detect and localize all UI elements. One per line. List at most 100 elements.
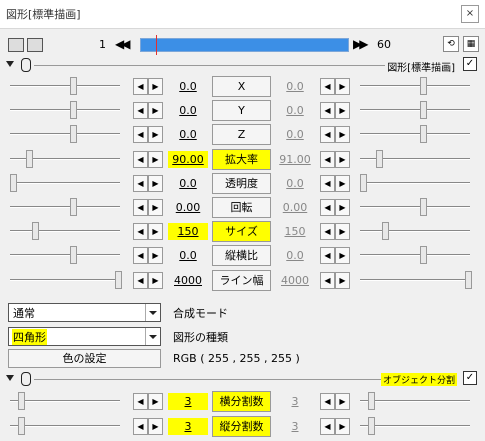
right-arrow-icon[interactable]: ▶	[335, 199, 350, 216]
close-icon[interactable]: ×	[461, 5, 479, 23]
slider-thumb[interactable]	[115, 270, 122, 289]
param-value-start[interactable]: 0.0	[168, 102, 208, 119]
right-arrow-icon[interactable]: ▶	[148, 223, 163, 241]
param-value-end[interactable]: 0.00	[275, 199, 315, 216]
timeline-marker[interactable]	[156, 35, 157, 55]
left-arrow-icon[interactable]: ◀	[320, 271, 335, 289]
split-slider-left[interactable]	[10, 392, 120, 410]
slider-thumb[interactable]	[420, 246, 427, 265]
split-button[interactable]: 縦分割数	[212, 416, 271, 437]
collapse-icon[interactable]	[6, 375, 14, 381]
param-slider-right[interactable]	[360, 270, 472, 289]
left-arrow-icon[interactable]: ◀	[133, 271, 148, 289]
param-slider-left[interactable]	[10, 125, 120, 144]
right-arrow-icon[interactable]: ▶	[148, 78, 163, 95]
param-button[interactable]: Y	[212, 100, 271, 122]
param-value-start[interactable]: 0.0	[168, 126, 208, 143]
right-arrow-icon[interactable]: ▶	[335, 418, 350, 435]
left-arrow-icon[interactable]: ◀	[133, 393, 148, 410]
left-arrow-icon[interactable]: ◀	[133, 174, 148, 192]
param-value-start[interactable]: 90.00	[168, 150, 208, 168]
right-arrow-icon[interactable]: ▶	[148, 199, 163, 216]
slider-thumb[interactable]	[70, 101, 77, 120]
slider-thumb[interactable]	[420, 77, 427, 95]
param-slider-left[interactable]	[10, 149, 120, 168]
right-arrow-icon[interactable]: ▶	[148, 150, 163, 168]
param-slider-right[interactable]	[360, 101, 470, 120]
slider-thumb[interactable]	[376, 149, 383, 168]
right-arrow-icon[interactable]: ▶	[335, 223, 350, 241]
param-value-end[interactable]: 0.0	[275, 78, 315, 95]
settings-icon[interactable]	[27, 38, 43, 52]
left-arrow-icon[interactable]: ◀	[133, 126, 148, 144]
shape-type-select[interactable]: 四角形	[8, 327, 161, 346]
split-value-start[interactable]: 3	[168, 418, 208, 435]
param-slider-left[interactable]	[10, 101, 120, 120]
param-button[interactable]: Z	[212, 124, 271, 146]
left-arrow-icon[interactable]: ◀	[320, 150, 335, 168]
slider-thumb[interactable]	[18, 417, 25, 435]
param-slider-left[interactable]	[10, 246, 120, 265]
param-value-end[interactable]: 4000	[275, 272, 315, 289]
left-arrow-icon[interactable]: ◀	[133, 199, 148, 216]
right-arrow-icon[interactable]: ▶	[335, 393, 350, 410]
section-checkbox[interactable]: ✓	[463, 57, 477, 71]
color-settings-button[interactable]: 色の設定	[8, 349, 161, 368]
param-button[interactable]: X	[212, 76, 271, 97]
param-button[interactable]: ライン幅	[212, 269, 271, 291]
param-value-start[interactable]: 0.0	[168, 175, 208, 192]
right-arrow-icon[interactable]: ▶	[148, 418, 163, 435]
right-arrow-icon[interactable]: ▶	[335, 247, 350, 265]
dropdown-icon[interactable]	[145, 304, 160, 321]
camera-icon[interactable]	[8, 38, 24, 52]
right-arrow-icon[interactable]: ▶	[335, 78, 350, 95]
right-arrow-icon[interactable]: ▶	[335, 150, 350, 168]
collapse-icon[interactable]	[6, 61, 14, 67]
right-arrow-icon[interactable]: ▶	[148, 174, 163, 192]
left-arrow-icon[interactable]: ◀	[320, 418, 335, 435]
param-value-start[interactable]: 0.0	[168, 247, 208, 264]
left-arrow-icon[interactable]: ◀	[133, 78, 148, 95]
split-slider-right[interactable]	[360, 392, 470, 410]
param-value-end[interactable]: 0.0	[275, 102, 315, 119]
slider-thumb[interactable]	[32, 222, 39, 241]
param-slider-right[interactable]	[360, 77, 470, 95]
blend-mode-select[interactable]: 通常	[8, 303, 161, 322]
slider-thumb[interactable]	[368, 392, 375, 410]
slider-thumb[interactable]	[420, 125, 427, 144]
left-arrow-icon[interactable]: ◀	[320, 126, 335, 144]
param-slider-left[interactable]	[10, 198, 120, 216]
slider-thumb[interactable]	[18, 392, 25, 410]
param-slider-left[interactable]	[10, 173, 120, 192]
split-slider-right[interactable]	[360, 417, 470, 435]
param-value-end[interactable]: 150	[275, 223, 315, 240]
timeline-bar[interactable]	[140, 35, 349, 55]
left-arrow-icon[interactable]: ◀	[320, 393, 335, 410]
param-value-end[interactable]: 0.0	[275, 247, 315, 264]
slider-thumb[interactable]	[420, 198, 427, 216]
right-arrow-icon[interactable]: ▶	[148, 102, 163, 120]
right-arrow-icon[interactable]: ▶	[148, 393, 163, 410]
slider-thumb[interactable]	[382, 222, 389, 241]
left-arrow-icon[interactable]: ◀	[320, 223, 335, 241]
slider-thumb[interactable]	[70, 246, 77, 265]
param-button[interactable]: 拡大率	[212, 148, 271, 170]
slider-thumb[interactable]	[70, 77, 77, 95]
left-arrow-icon[interactable]: ◀	[320, 102, 335, 120]
sync-icon[interactable]: ⟲	[443, 36, 459, 52]
left-arrow-icon[interactable]: ◀	[133, 150, 148, 168]
right-arrow-icon[interactable]: ▶	[335, 174, 350, 192]
param-slider-right[interactable]	[360, 149, 470, 168]
param-slider-right[interactable]	[360, 125, 470, 144]
param-button[interactable]: サイズ	[212, 221, 271, 243]
param-slider-right[interactable]	[360, 173, 470, 192]
left-arrow-icon[interactable]: ◀	[320, 78, 335, 95]
slider-thumb[interactable]	[465, 270, 472, 289]
left-arrow-icon[interactable]: ◀	[320, 199, 335, 216]
slider-thumb[interactable]	[26, 149, 33, 168]
expand-icon[interactable]: ▦	[463, 36, 479, 52]
param-slider-right[interactable]	[360, 222, 470, 241]
param-slider-left[interactable]	[10, 77, 120, 95]
left-arrow-icon[interactable]: ◀	[320, 247, 335, 265]
split-value-start[interactable]: 3	[168, 393, 208, 410]
